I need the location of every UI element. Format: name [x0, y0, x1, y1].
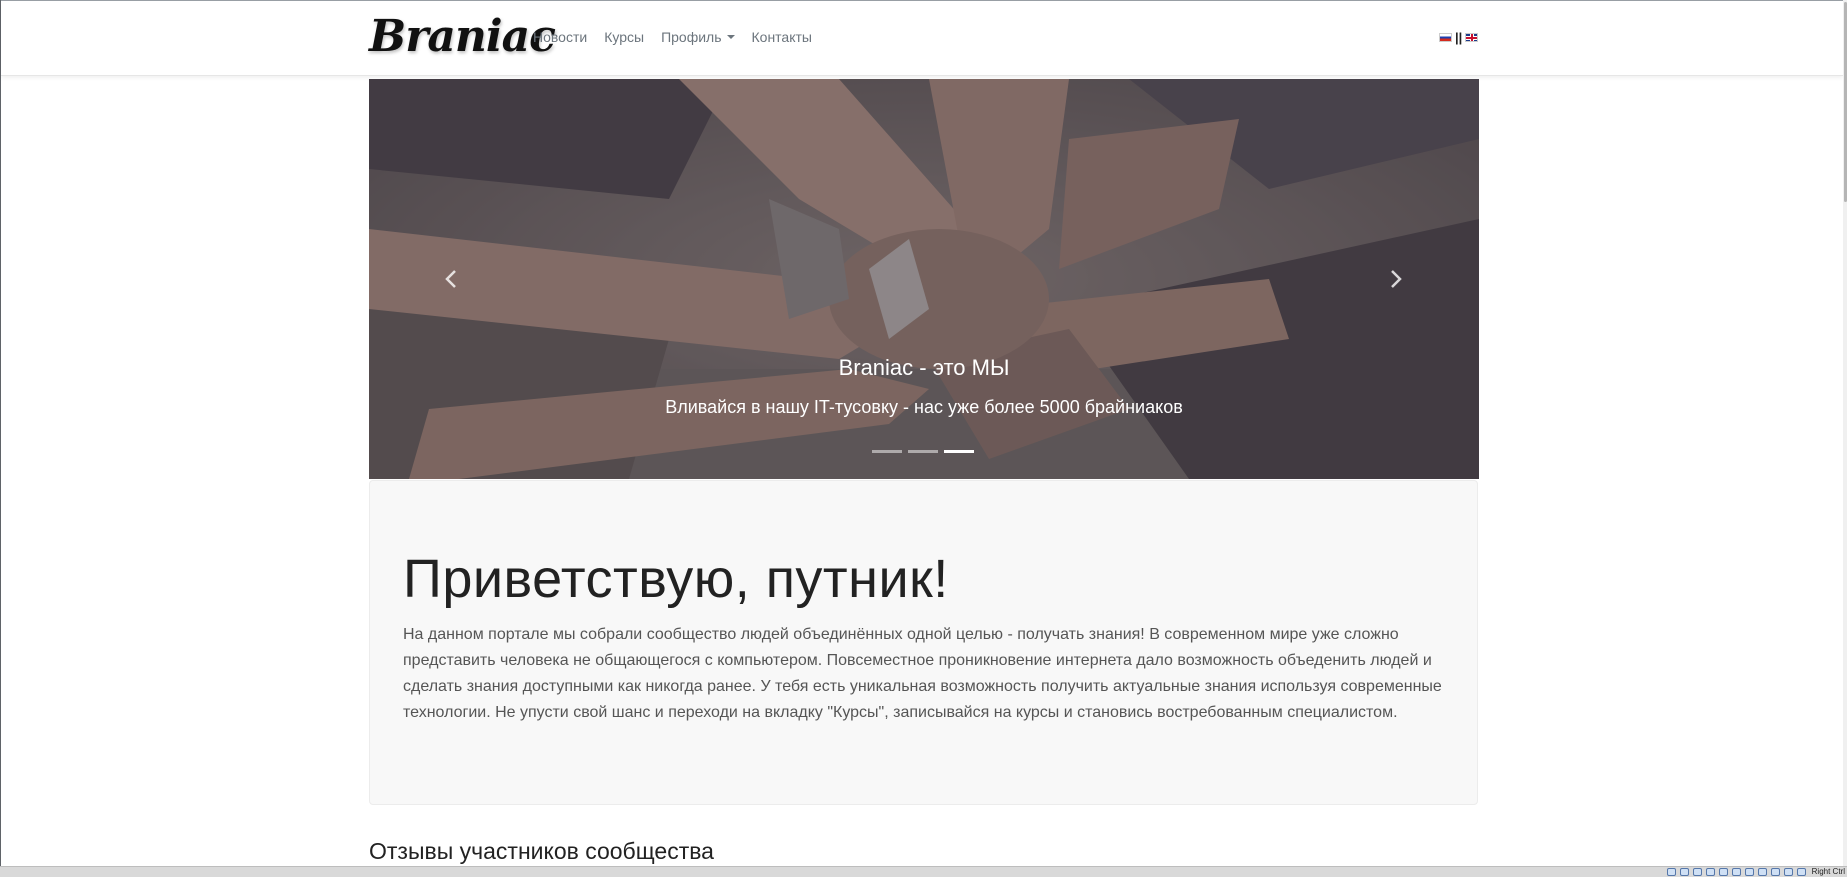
display-icon[interactable]: [1744, 868, 1754, 876]
carousel-indicators: [872, 450, 974, 453]
status-tray: Right Ctrl: [1666, 867, 1845, 876]
audio-icon[interactable]: [1692, 868, 1702, 876]
carousel-next-button[interactable]: [1376, 259, 1416, 299]
brand-logo[interactable]: Braniac: [369, 7, 556, 62]
carousel-caption-title: Braniac - это МЫ: [838, 355, 1010, 380]
usb-icon[interactable]: [1718, 868, 1728, 876]
window-left-border: [0, 0, 1, 876]
chevron-right-icon: [1391, 270, 1402, 288]
nav-link-courses[interactable]: Курсы: [604, 29, 644, 45]
host-key-label: Right Ctrl: [1811, 867, 1845, 876]
chevron-left-icon: [445, 270, 456, 288]
cd-icon[interactable]: [1679, 868, 1689, 876]
carousel-prev-button[interactable]: [431, 259, 471, 299]
carousel-indicator-1[interactable]: [872, 450, 902, 453]
shared-folder-icon[interactable]: [1731, 868, 1741, 876]
language-switcher: ||: [1439, 30, 1479, 45]
welcome-jumbotron: Приветствую, путник! На данном портале м…: [369, 480, 1478, 805]
caret-down-icon: [726, 35, 735, 39]
russian-flag-icon[interactable]: [1439, 33, 1452, 42]
welcome-text: На данном портале мы собрали сообщество …: [403, 626, 1442, 721]
page-title: Приветствую, путник!: [403, 549, 949, 609]
language-separator: ||: [1455, 30, 1463, 45]
carousel-caption-text: Вливайся в нашу IT-тусовку - нас уже бол…: [665, 397, 1183, 417]
disk-icon[interactable]: [1666, 868, 1676, 876]
recording-icon[interactable]: [1757, 868, 1767, 876]
navbar: Braniac Новости Курсы Профиль Контакты |…: [1, 1, 1843, 76]
keyboard-icon[interactable]: [1796, 868, 1806, 876]
reviews-heading: Отзывы участников сообщества: [369, 838, 714, 864]
cpu-icon[interactable]: [1770, 868, 1780, 876]
nav-profile-label: Профиль: [661, 29, 722, 45]
nav-dropdown-profile[interactable]: Профиль: [661, 29, 735, 45]
carousel-indicator-2[interactable]: [908, 450, 938, 453]
nav-link-contacts[interactable]: Контакты: [752, 29, 812, 45]
hero-carousel: Braniac - это МЫ Вливайся в нашу IT-тусо…: [369, 79, 1479, 479]
main-nav: Новости Курсы Профиль Контакты: [533, 29, 829, 45]
mouse-integration-icon[interactable]: [1783, 868, 1793, 876]
carousel-overlay: [369, 79, 1479, 479]
english-flag-icon[interactable]: [1465, 33, 1479, 42]
carousel-indicator-3[interactable]: [944, 450, 974, 453]
nav-link-news[interactable]: Новости: [533, 29, 587, 45]
host-status-bar: Right Ctrl: [0, 866, 1847, 877]
network-icon[interactable]: [1705, 868, 1715, 876]
